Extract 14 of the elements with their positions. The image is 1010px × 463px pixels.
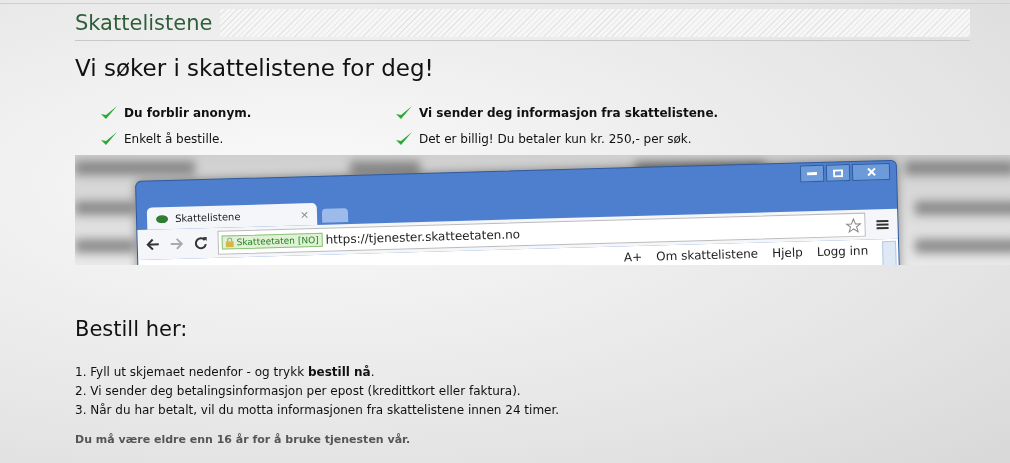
order-step: 3. Når du har betalt, vil du motta informasjonen fra skattelistene innen 24 timer.	[75, 401, 970, 420]
url-text: https://tjenester.skatteetaten.no	[325, 227, 521, 247]
feature-text: Enkelt å bestille.	[124, 132, 224, 146]
section-heading: Bestill her:	[75, 317, 189, 341]
feature-text: Vi sender deg informasjon fra skattelistene.	[419, 106, 719, 120]
feature-text: Det er billig! Du betaler kun kr. 250,- per søk.	[419, 132, 692, 146]
age-notice: Du må være eldre enn 16 år for å bruke tjenesten vår.	[75, 432, 412, 448]
order-step: 2. Vi sender deg betalingsinformasjon per epost (kredittkort eller faktura).	[75, 382, 970, 401]
feature-text: Du forblir anonym.	[124, 106, 252, 120]
page-title: Skattelistene	[75, 11, 213, 35]
browser-tab[interactable]: Skattelistene ×	[146, 202, 318, 230]
main-heading: Vi søker i skattelistene for deg!	[75, 55, 435, 81]
site-identity-badge[interactable]: Skatteetaten [NO]	[221, 232, 323, 250]
order-step: 1. Fyll ut skjemaet nedenfor - og trykk bestill nå.	[75, 363, 970, 382]
